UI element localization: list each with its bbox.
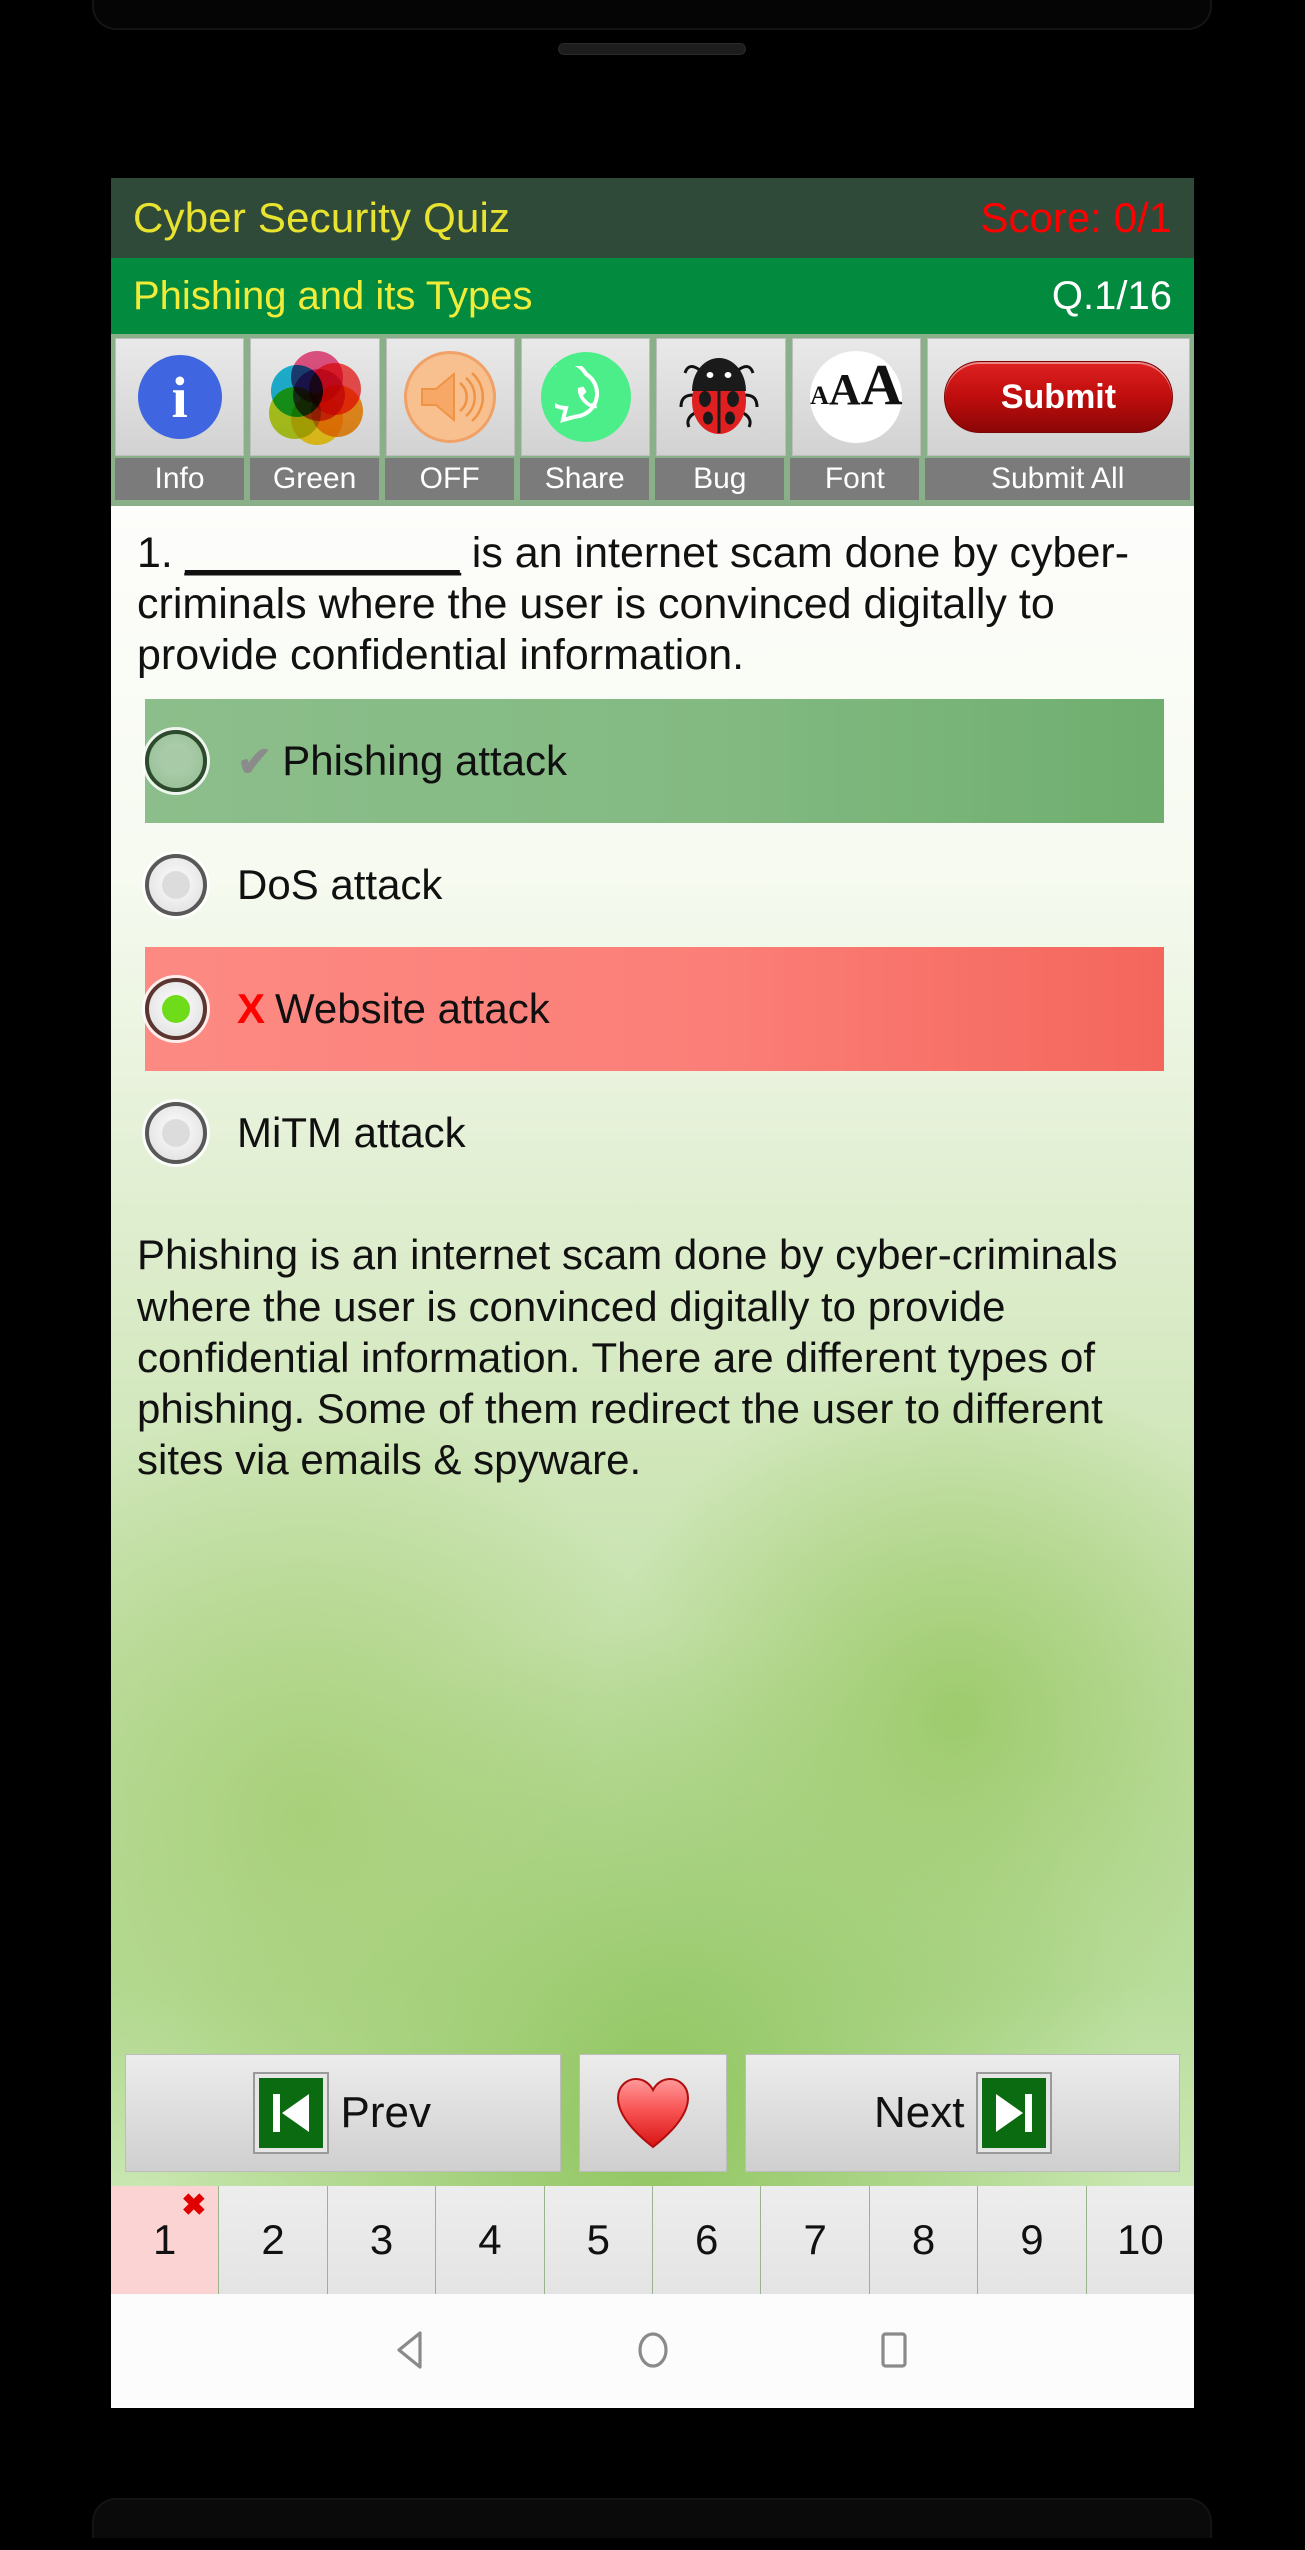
label-share[interactable]: Share	[520, 458, 650, 500]
page-label-10: 10	[1117, 2216, 1164, 2263]
page-button-5[interactable]: 5	[544, 2186, 654, 2294]
label-info[interactable]: Info	[115, 458, 245, 500]
tool-bar-labels: Info Green OFF Share Bug Font Submit All	[111, 456, 1194, 506]
ladybug-icon	[675, 351, 767, 443]
label-submit-all[interactable]: Submit All	[925, 458, 1190, 500]
topic-title: Phishing and its Types	[133, 273, 533, 318]
back-icon[interactable]	[388, 2326, 436, 2374]
page-button-9[interactable]: 9	[978, 2186, 1087, 2294]
explanation-text: Phishing is an internet scam done by cyb…	[137, 1231, 1118, 1484]
font-icon-medium: A	[828, 365, 861, 414]
info-button[interactable]: i	[115, 338, 245, 456]
earpiece-speaker	[558, 43, 746, 55]
page-button-2[interactable]: 2	[219, 2186, 328, 2294]
speaker-icon	[404, 351, 497, 443]
option-radio-4[interactable]	[145, 1102, 207, 1165]
prev-button[interactable]: Prev	[125, 2054, 561, 2172]
page-button-4[interactable]: 4	[436, 2186, 545, 2294]
option-row-2[interactable]: DoS attack	[145, 823, 1164, 947]
score-display: Score: 0/1	[980, 194, 1172, 241]
skip-previous-icon	[254, 2074, 327, 2152]
page-label-1: 1	[153, 2216, 177, 2263]
report-bug-button[interactable]	[656, 338, 786, 456]
answer-options: ✔ Phishing attack DoS attack X Website a…	[111, 699, 1194, 1195]
heart-icon	[613, 2073, 693, 2153]
quiz-content: 1. ____________ is an internet scam done…	[111, 506, 1194, 2186]
font-icon-large: A	[860, 352, 903, 417]
option-label-4: MiTM attack	[237, 1109, 466, 1157]
next-button[interactable]: Next	[744, 2054, 1180, 2172]
submit-all-button[interactable]: Submit	[926, 338, 1190, 456]
page-button-8[interactable]: 8	[869, 2186, 979, 2294]
phone-frame-top	[92, 0, 1212, 30]
label-off[interactable]: OFF	[385, 458, 515, 500]
question-text: 1. ____________ is an internet scam done…	[111, 506, 1194, 691]
option-row-4[interactable]: MiTM attack	[145, 1071, 1164, 1195]
label-green[interactable]: Green	[250, 458, 380, 500]
phone-top-bezel	[0, 0, 1305, 178]
skip-next-icon	[978, 2074, 1051, 2152]
android-system-nav	[111, 2294, 1194, 2406]
page-label-8: 8	[911, 2216, 936, 2263]
home-icon[interactable]	[629, 2326, 677, 2374]
page-label-3: 3	[369, 2216, 394, 2263]
page-label-4: 4	[478, 2216, 502, 2263]
phone-device: Cyber Security Quiz Score: 0/1 Phishing …	[0, 0, 1305, 2550]
page-label-5: 5	[586, 2216, 610, 2263]
font-size-icon: AAA	[810, 351, 903, 443]
label-bug[interactable]: Bug	[655, 458, 785, 500]
topic-bar: Phishing and its Types Q.1/16	[111, 258, 1194, 334]
page-wrong-mark: ✖	[181, 2189, 207, 2222]
phone-screen: Cyber Security Quiz Score: 0/1 Phishing …	[111, 178, 1194, 2408]
option-radio-2[interactable]	[145, 854, 207, 917]
color-palette-icon	[268, 351, 363, 445]
option-label-2: DoS attack	[237, 861, 443, 909]
theme-button[interactable]	[250, 338, 380, 456]
recents-icon[interactable]	[870, 2326, 918, 2374]
submit-button-label: Submit	[943, 361, 1174, 433]
page-button-6[interactable]: 6	[653, 2186, 762, 2294]
page-button-10[interactable]: 10	[1086, 2186, 1194, 2294]
wrong-cross-icon: X	[237, 985, 266, 1033]
question-number: 1.	[137, 529, 173, 577]
tool-bar: i A A A Submit	[111, 334, 1194, 456]
sound-toggle-button[interactable]	[385, 338, 515, 456]
prev-button-label: Prev	[340, 2088, 431, 2137]
option-row-3[interactable]: X Website attack	[145, 947, 1164, 1072]
font-icon-small: A	[810, 381, 829, 410]
question-navigation: Prev Next	[111, 2054, 1194, 2172]
question-blank: ____________	[184, 529, 461, 577]
option-label-1: Phishing attack	[282, 737, 568, 785]
label-font[interactable]: Font	[790, 458, 920, 500]
page-number-strip: ✖ 1 2 3 4 5 6 7 8 9 10	[111, 2186, 1194, 2294]
page-button-7[interactable]: 7	[761, 2186, 870, 2294]
option-label-3: Website attack	[275, 985, 550, 1033]
favorite-button[interactable]	[578, 2054, 727, 2172]
app-bar: Cyber Security Quiz Score: 0/1	[111, 178, 1194, 258]
page-button-3[interactable]: 3	[327, 2186, 437, 2294]
page-label-2: 2	[261, 2216, 285, 2263]
question-counter: Q.1/16	[1051, 273, 1172, 318]
option-row-1[interactable]: ✔ Phishing attack	[145, 699, 1164, 824]
page-label-9: 9	[1020, 2216, 1044, 2263]
correct-check-icon: ✔	[237, 737, 273, 785]
info-icon: i	[137, 355, 222, 439]
page-button-1[interactable]: ✖ 1	[111, 2186, 220, 2294]
phone-frame-bottom	[92, 2498, 1212, 2538]
page-label-6: 6	[695, 2216, 719, 2263]
whatsapp-share-icon	[540, 352, 631, 442]
share-button[interactable]	[520, 338, 651, 456]
font-size-button[interactable]: AAA	[791, 338, 921, 456]
page-label-7: 7	[803, 2216, 827, 2263]
next-button-label: Next	[874, 2088, 965, 2137]
app-title: Cyber Security Quiz	[133, 194, 511, 241]
